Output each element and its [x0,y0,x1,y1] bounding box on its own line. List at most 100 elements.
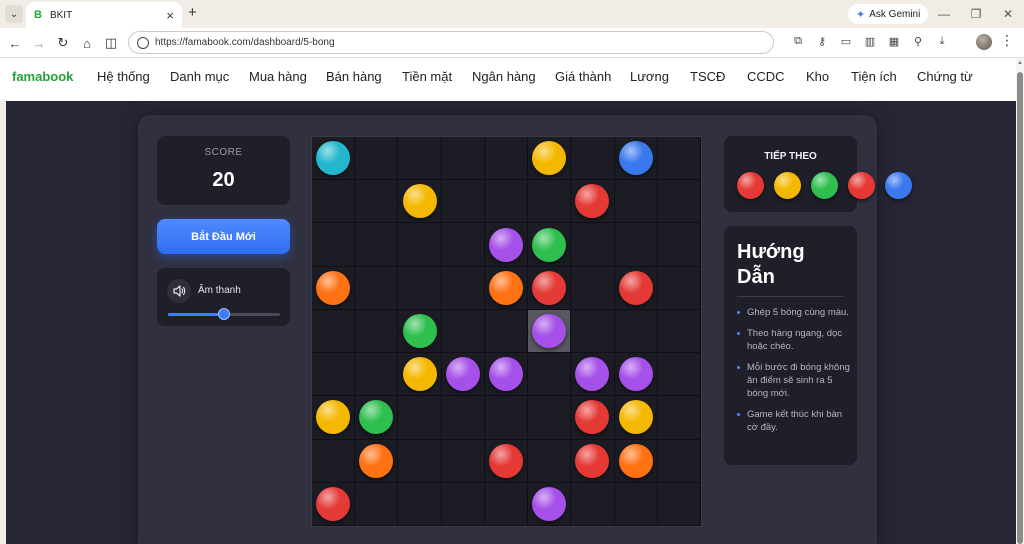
tab-close-icon[interactable]: × [166,8,174,23]
volume-slider-thumb[interactable] [218,308,230,320]
site-info-icon[interactable] [137,36,149,49]
menu-tien-ich[interactable]: Tiện ích [851,69,897,84]
board-cell[interactable] [355,439,399,483]
board-cell[interactable] [614,266,658,310]
brand-logo[interactable]: famabook [12,69,73,84]
board-cell[interactable] [657,137,701,181]
board-cell[interactable] [441,137,485,181]
speaker-icon[interactable] [167,279,191,303]
board-cell[interactable] [312,223,356,267]
board-cell[interactable] [528,180,572,224]
board-cell[interactable] [571,396,615,440]
minimize-icon[interactable]: — [928,7,960,21]
board-cell[interactable] [312,180,356,224]
menu-mua-hang[interactable]: Mua hàng [249,69,307,84]
board-cell[interactable] [398,309,442,354]
board-cell[interactable] [571,309,615,354]
board-cell[interactable] [441,180,485,224]
board-cell[interactable] [398,353,442,397]
menu-ccdc[interactable]: CCDC [747,69,785,84]
red-ball[interactable] [575,400,610,435]
board-cell[interactable] [657,223,701,267]
board-cell[interactable] [355,309,399,354]
board-cell[interactable] [571,137,615,181]
board-cell[interactable] [614,180,658,224]
close-window-icon[interactable]: ✕ [992,7,1024,21]
menu-ngan-hang[interactable]: Ngân hàng [472,69,536,84]
tab-list-button[interactable]: ⌄ [5,5,23,23]
yellow-ball[interactable] [402,357,437,392]
menu-ban-hang[interactable]: Bán hàng [326,69,382,84]
scrollbar-thumb[interactable] [1017,72,1023,544]
board-cell[interactable] [528,266,572,310]
board-cell[interactable] [571,482,615,526]
pin-icon[interactable]: ⚲ [906,35,930,48]
new-game-button[interactable]: Bắt Đầu Mới [157,219,290,254]
forward-arrow-icon[interactable]: → [30,34,48,52]
board-cell[interactable] [355,266,399,310]
menu-gia-thanh[interactable]: Giá thành [555,69,611,84]
blue-ball[interactable] [618,141,653,176]
red-ball[interactable] [575,443,610,478]
red-ball[interactable] [575,184,610,219]
menu-luong[interactable]: Lương [630,69,669,84]
download-icon[interactable]: ⤓ [930,35,954,48]
board-cell[interactable] [441,309,485,354]
board-cell[interactable] [614,396,658,440]
profile-avatar[interactable] [976,34,992,50]
purple-ball[interactable] [445,357,480,392]
menu-tscd[interactable]: TSCĐ [690,69,725,84]
board-cell[interactable] [355,482,399,526]
orange-ball[interactable] [618,443,653,478]
home-icon[interactable]: ⌂ [78,34,96,52]
orange-ball[interactable] [359,443,394,478]
board-cell[interactable] [571,439,615,483]
board-cell[interactable] [528,223,572,267]
yellow-ball[interactable] [532,141,567,176]
restore-icon[interactable]: ❐ [960,7,992,21]
board-cell[interactable] [441,266,485,310]
board-cell[interactable] [312,396,356,440]
board-cell[interactable] [398,396,442,440]
board-cell[interactable] [657,353,701,397]
board-cell[interactable] [484,396,529,440]
board-cell[interactable] [484,266,529,310]
board-cell[interactable] [398,223,442,267]
board-cell[interactable] [657,396,701,440]
menu-kho[interactable]: Kho [806,69,829,84]
purple-ball[interactable] [488,227,523,262]
orange-ball[interactable] [316,270,351,305]
board-cell[interactable] [312,266,356,310]
board-cell[interactable] [312,137,356,181]
board-cell[interactable] [528,482,572,526]
board-cell[interactable] [657,266,701,310]
green-ball[interactable] [402,313,437,348]
board-cell[interactable] [355,180,399,224]
yellow-ball[interactable] [316,400,351,435]
board-cell[interactable] [441,396,485,440]
board-cell[interactable] [355,137,399,181]
menu-chung-tu[interactable]: Chứng từ [917,69,973,84]
board-cell[interactable] [614,353,658,397]
board-cell[interactable] [571,353,615,397]
board-cell[interactable] [355,396,399,440]
board-cell[interactable] [614,223,658,267]
menu-danh-muc[interactable]: Danh mục [170,69,229,84]
red-ball[interactable] [316,486,351,521]
board-cell[interactable] [398,266,442,310]
purple-ball[interactable] [575,357,610,392]
board-cell[interactable] [657,439,701,483]
board-cell[interactable] [484,137,529,181]
extensions-icon[interactable]: ⧉ [786,35,810,48]
board-cell[interactable] [355,223,399,267]
purple-ball[interactable] [532,486,567,521]
board-cell[interactable] [441,353,485,397]
board-cell[interactable] [614,309,658,354]
board-cell[interactable] [528,137,572,181]
browser-tab[interactable]: B BKIT × [26,2,182,28]
board-cell[interactable] [441,482,485,526]
green-ball[interactable] [532,227,567,262]
tab-search-icon[interactable]: ▦ [882,35,906,48]
board-cell[interactable] [441,439,485,483]
board-cell[interactable] [571,223,615,267]
